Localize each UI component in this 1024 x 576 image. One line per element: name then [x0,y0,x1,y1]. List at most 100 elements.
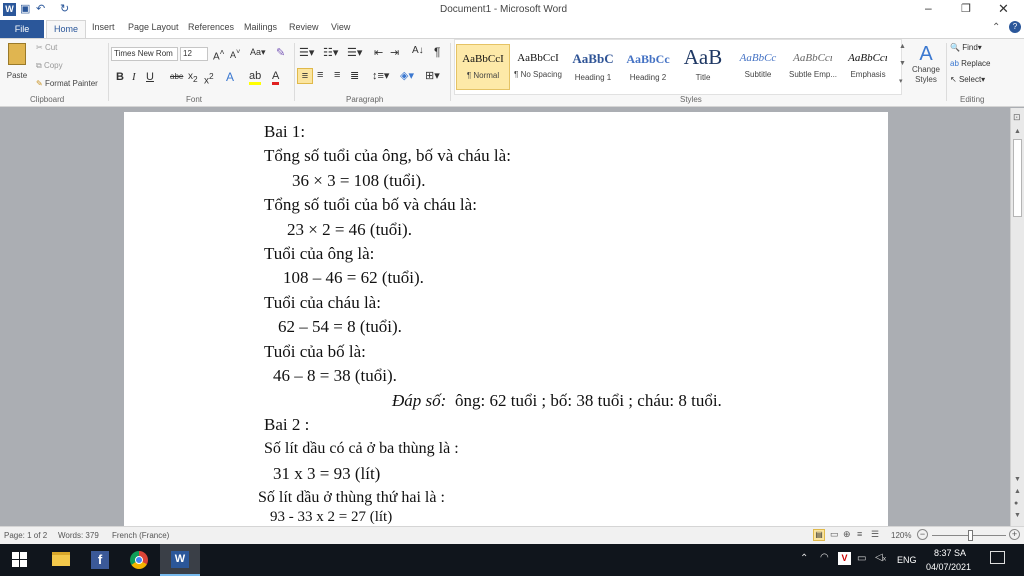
tab-references[interactable]: References [188,22,234,32]
sort-icon[interactable]: A↓ [412,45,424,56]
divider [108,43,109,101]
text-effects-icon[interactable]: A [226,70,234,84]
align-center-icon[interactable]: ≡ [317,69,323,81]
select-button[interactable]: ↖ Select▾ [950,75,985,84]
strikethrough-icon[interactable]: abe [170,72,183,81]
help-icon[interactable]: ? [1009,21,1021,33]
numbering-icon[interactable]: ☷▾ [323,46,338,59]
close-button[interactable]: ✕ [998,1,1009,17]
browse-object-icon[interactable]: ● [1014,500,1018,507]
undo-icon[interactable]: ↶ [36,2,45,15]
change-case-icon[interactable]: Aa▾ [250,47,266,58]
tab-mailings[interactable]: Mailings [244,22,277,32]
copy-button[interactable]: ⧉ Copy [36,61,63,71]
word-count[interactable]: Words: 379 [58,531,99,540]
vietkey-icon[interactable]: V [838,552,851,565]
style-title[interactable]: AaB Title [676,44,730,90]
cut-button[interactable]: ✂ Cut [36,43,57,52]
zoom-level[interactable]: 120% [891,531,911,540]
italic-icon[interactable]: I [132,71,136,83]
increase-indent-icon[interactable]: ⇥ [390,46,399,59]
style-subtle-emphasis[interactable]: AaBbCcı Subtle Emp... [786,44,840,90]
next-page-icon[interactable]: ▼ [1014,512,1021,519]
tab-file[interactable]: File [0,20,44,38]
borders-icon[interactable]: ⊞▾ [425,69,440,82]
style-no-spacing[interactable]: AaBbCcI ¶ No Spacing [511,44,565,90]
tab-view[interactable]: View [331,22,350,32]
shrink-font-icon[interactable]: A˅ [230,47,240,60]
font-name-select[interactable]: Times New Rom [111,47,178,61]
vertical-scrollbar[interactable]: ⊡ ▲ ▼ ▲ ● ▼ [1010,108,1024,526]
decrease-indent-icon[interactable]: ⇤ [374,46,383,59]
draft-view-icon[interactable]: ☰ [871,529,879,540]
bold-icon[interactable]: B [116,71,124,83]
tab-home[interactable]: Home [46,20,86,39]
word-taskbar-icon[interactable]: W [160,544,200,576]
battery-icon[interactable]: ▭ [857,553,866,564]
style-emphasis[interactable]: AaBbCcı Emphasis [841,44,895,90]
font-size-select[interactable]: 12 [180,47,208,61]
style-heading-2[interactable]: AaBbCc Heading 2 [621,44,675,90]
shading-icon[interactable]: ◈▾ [400,69,414,82]
tab-insert[interactable]: Insert [92,22,115,32]
show-hidden-icons-icon[interactable]: ⌃ [800,553,808,564]
font-color-icon[interactable]: A [272,70,280,85]
grow-font-icon[interactable]: A˄ [213,47,225,62]
clock-time[interactable]: 8:37 SA [934,548,966,558]
style-heading-1[interactable]: AaBbC Heading 1 [566,44,620,90]
zoom-slider-thumb[interactable] [968,530,973,541]
input-language[interactable]: ENG [897,555,917,565]
web-layout-view-icon[interactable]: ⊕ [843,529,851,540]
format-painter-button[interactable]: ✎ Format Painter [36,79,98,88]
subscript-icon[interactable]: x2 [188,71,198,84]
align-left-icon[interactable]: ≡ [297,68,313,84]
restore-button[interactable]: ❐ [961,2,971,15]
zoom-out-icon[interactable]: − [917,529,928,540]
gallery-scroll-down-icon[interactable]: ▼ [899,60,906,67]
outline-view-icon[interactable]: ≡ [857,529,862,539]
language[interactable]: French (France) [112,531,169,540]
previous-page-icon[interactable]: ▲ [1014,488,1021,495]
underline-icon[interactable]: U [146,71,154,83]
scroll-down-icon[interactable]: ▼ [1014,476,1021,483]
show-marks-icon[interactable]: ¶ [434,45,440,59]
align-right-icon[interactable]: ≡ [334,69,340,81]
justify-icon[interactable]: ≣ [350,69,359,82]
notifications-icon[interactable] [990,551,1005,564]
change-styles-button[interactable]: A Change Styles [910,43,942,91]
highlight-icon[interactable]: ab [249,70,262,85]
paste-button[interactable]: Paste [4,43,30,95]
minimize-button[interactable]: – [925,1,932,15]
file-explorer-icon[interactable] [52,552,70,566]
replace-button[interactable]: ab Replace [950,59,991,68]
multilevel-list-icon[interactable]: ☰▾ [347,46,362,59]
minimize-ribbon-icon[interactable]: ⌃ [992,22,1000,33]
gallery-scroll-up-icon[interactable]: ▲ [899,43,906,50]
superscript-icon[interactable]: x2 [204,71,214,86]
zoom-in-icon[interactable]: + [1009,529,1020,540]
clear-format-icon[interactable]: ✎ [276,46,285,59]
scroll-up-icon[interactable]: ▲ [1014,128,1021,135]
full-screen-view-icon[interactable]: ▭ [830,529,839,540]
document-page[interactable]: Bai 1: Tổng số tuổi của ông, bố và cháu … [124,112,888,526]
print-layout-view-icon[interactable]: ▤ [813,529,825,541]
scroll-thumb[interactable] [1013,139,1022,217]
save-icon[interactable]: ▣ [20,2,30,15]
page-count[interactable]: Page: 1 of 2 [4,531,47,540]
style-subtitle[interactable]: AaBbCc Subtitle [731,44,785,90]
tab-review[interactable]: Review [289,22,319,32]
windows-start-icon[interactable] [12,552,27,567]
line-spacing-icon[interactable]: ↕≡▾ [372,69,389,82]
gallery-more-icon[interactable]: ▾ [899,77,903,85]
redo-icon[interactable]: ↻ [60,2,69,15]
volume-icon[interactable]: ◁ₓ [875,552,886,563]
tab-page-layout[interactable]: Page Layout [128,22,179,32]
find-button[interactable]: 🔍 Find▾ [950,43,982,52]
style-normal[interactable]: AaBbCcI ¶ Normal [456,44,510,90]
bullets-icon[interactable]: ☰▾ [299,46,314,59]
ruler-toggle-icon[interactable]: ⊡ [1013,112,1021,123]
clock-date[interactable]: 04/07/2021 [926,562,971,572]
network-icon[interactable]: ◠ [820,552,829,563]
chrome-icon[interactable] [130,551,148,569]
facebook-icon[interactable]: f [91,551,109,569]
